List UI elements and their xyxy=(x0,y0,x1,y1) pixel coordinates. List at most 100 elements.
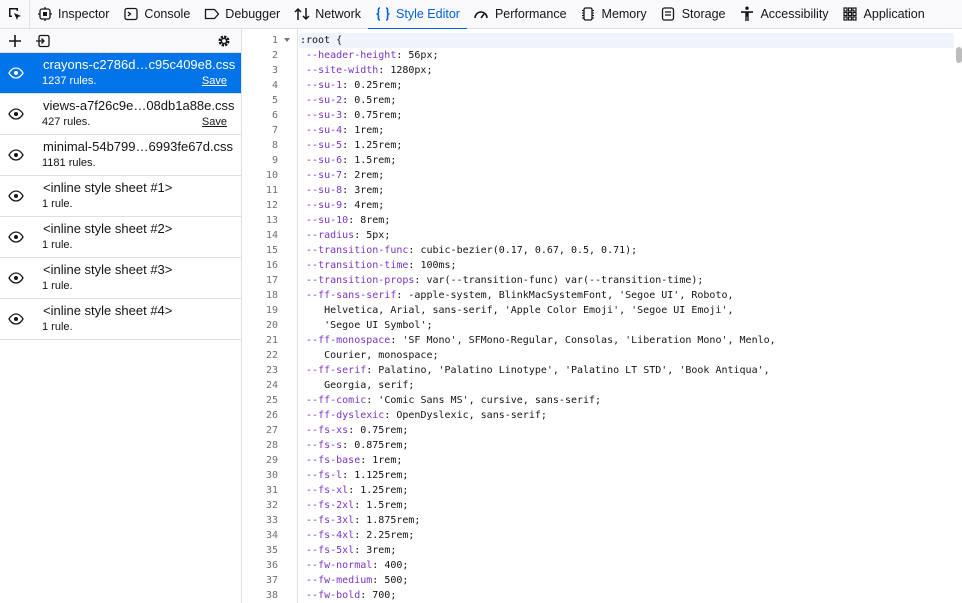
code-line: --fs-xs: 0.75rem; xyxy=(306,425,409,436)
console-icon xyxy=(122,6,139,23)
tab-inspector[interactable]: Inspector xyxy=(30,0,116,29)
line-number: 35 xyxy=(265,545,278,556)
element-picker-icon xyxy=(8,8,21,20)
tab-performance[interactable]: Performance xyxy=(467,0,574,29)
save-link[interactable]: Save xyxy=(202,75,227,87)
gear-icon xyxy=(218,35,230,46)
eye-icon[interactable] xyxy=(8,190,24,202)
eye-icon[interactable] xyxy=(8,149,24,161)
tab-style-editor[interactable]: Style Editor xyxy=(368,0,467,30)
element-picker-button[interactable] xyxy=(0,0,30,29)
line-number: 19 xyxy=(265,305,278,316)
code-line: --su-6: 1.5rem; xyxy=(306,155,397,166)
style-sheet-item[interactable]: <inline style sheet #4> 1 rule. xyxy=(0,299,241,340)
line-number: 28 xyxy=(265,440,278,451)
css-value: 0.25rem; xyxy=(348,80,403,91)
style-sheet-item[interactable]: <inline style sheet #3> 1 rule. xyxy=(0,258,241,299)
tab-label: Console xyxy=(144,7,191,21)
tab-memory[interactable]: Memory xyxy=(574,0,654,29)
css-property: --fs-3xl xyxy=(306,515,355,526)
import-button[interactable] xyxy=(34,32,52,50)
css-value: 5px; xyxy=(360,230,391,241)
settings-button[interactable] xyxy=(215,32,233,50)
tab-storage[interactable]: Storage xyxy=(654,0,733,29)
tab-network[interactable]: Network xyxy=(287,0,368,29)
tab-label: Application xyxy=(863,7,925,21)
css-property: --fs-4xl xyxy=(306,530,355,541)
css-value: 3rem; xyxy=(348,185,385,196)
css-property: --site-width xyxy=(306,65,379,76)
line-number: 24 xyxy=(265,380,278,391)
save-link[interactable]: Save xyxy=(202,116,227,128)
style-sheet-item[interactable]: crayons-c2786d…c95c409e8.css 1237 rules. S… xyxy=(0,53,241,94)
line-number: 8 xyxy=(271,140,278,151)
rule-count: 427 rules. xyxy=(42,116,91,128)
code-line: Helvetica, Arial, sans-serif, 'Apple Col… xyxy=(300,303,954,318)
fold-arrow-icon[interactable] xyxy=(284,38,290,42)
style-sheet-name: crayons-c2786d…c95c409e8.css xyxy=(43,57,236,72)
css-value: Palatino, 'Palatino Linotype', 'Palatino… xyxy=(372,365,770,376)
code-line: 'Segoe UI Symbol'; xyxy=(300,318,954,333)
code-editor[interactable]: 1 2 3 4 5 6 7 8 9 10 11 12 13 14 15 16 17 18 19 20 21 22 23 24 2… xyxy=(243,29,962,603)
css-value: 3rem; xyxy=(360,545,397,556)
css-value: 'SF Mono', SFMono-Regular, Consolas, 'Li… xyxy=(396,335,776,346)
css-property: --fs-l xyxy=(306,470,343,481)
tab-label: Network xyxy=(315,7,362,21)
code-line: --site-width: 1280px; xyxy=(306,65,433,76)
style-sheet-name: <inline style sheet #2> xyxy=(43,221,173,236)
style-sheet-item[interactable]: minimal-54b799…6993fe67d.css 1181 rules. xyxy=(0,135,241,176)
code-line: --su-1: 0.25rem; xyxy=(306,80,403,91)
eye-icon[interactable] xyxy=(8,231,24,243)
editor-scrollbar[interactable] xyxy=(956,47,962,63)
style-editor-icon xyxy=(374,6,391,23)
eye-icon[interactable] xyxy=(8,313,24,325)
code-line: --su-8: 3rem; xyxy=(306,185,385,196)
selector-text: :root { xyxy=(300,35,343,46)
eye-icon[interactable] xyxy=(8,272,24,284)
line-number: 34 xyxy=(265,530,278,541)
css-value: 1.25rem; xyxy=(348,140,403,151)
line-number: 4 xyxy=(271,80,278,91)
css-value: 100ms; xyxy=(414,260,457,271)
code-line: --transition-time: 100ms; xyxy=(306,260,457,271)
new-style-sheet-button[interactable] xyxy=(6,32,24,50)
code-line: --fs-l: 1.125rem; xyxy=(306,470,409,481)
line-number: 31 xyxy=(265,485,278,496)
rule-count: 1 rule. xyxy=(42,239,73,251)
line-number: 14 xyxy=(265,230,278,241)
rule-count: 1 rule. xyxy=(42,198,73,210)
accessibility-icon xyxy=(738,6,755,23)
tab-console[interactable]: Console xyxy=(116,0,197,29)
line-number: 32 xyxy=(265,500,278,511)
style-sheet-name: <inline style sheet #1> xyxy=(43,180,173,195)
tab-application[interactable]: Application xyxy=(836,0,932,29)
code-line: Georgia, serif; xyxy=(300,378,954,393)
css-property: --su-6 xyxy=(306,155,343,166)
style-sheet-item[interactable]: <inline style sheet #1> 1 rule. xyxy=(0,176,241,217)
plus-icon xyxy=(9,34,21,47)
css-property: --ff-serif xyxy=(306,365,367,376)
style-sheet-name: <inline style sheet #4> xyxy=(43,303,173,318)
style-sheet-list: crayons-c2786d…c95c409e8.css 1237 rules. S… xyxy=(0,53,241,340)
tab-debugger[interactable]: Debugger xyxy=(197,0,287,29)
css-property: --su-4 xyxy=(306,125,343,136)
line-number: 22 xyxy=(265,350,278,361)
code-line: --radius: 5px; xyxy=(306,230,391,241)
line-number: 16 xyxy=(265,260,278,271)
eye-icon[interactable] xyxy=(8,67,24,79)
code-line: :root { xyxy=(299,33,954,48)
css-property: --su-2 xyxy=(306,95,343,106)
css-property: --radius xyxy=(306,230,355,241)
css-property: --su-5 xyxy=(306,140,343,151)
eye-icon[interactable] xyxy=(8,108,24,120)
line-number: 13 xyxy=(265,215,278,226)
code-line: --su-2: 0.5rem; xyxy=(306,95,397,106)
css-value: 56px; xyxy=(402,50,439,61)
tab-accessibility[interactable]: Accessibility xyxy=(732,0,835,29)
line-number: 15 xyxy=(265,245,278,256)
application-icon xyxy=(842,6,859,23)
style-sheet-name: views-a7f26c9e…08db1a88e.css xyxy=(43,98,235,113)
style-sheet-item[interactable]: <inline style sheet #2> 1 rule. xyxy=(0,217,241,258)
css-value: 0.75rem; xyxy=(354,425,409,436)
style-sheet-item[interactable]: views-a7f26c9e…08db1a88e.css 427 rules. Sa… xyxy=(0,94,241,135)
